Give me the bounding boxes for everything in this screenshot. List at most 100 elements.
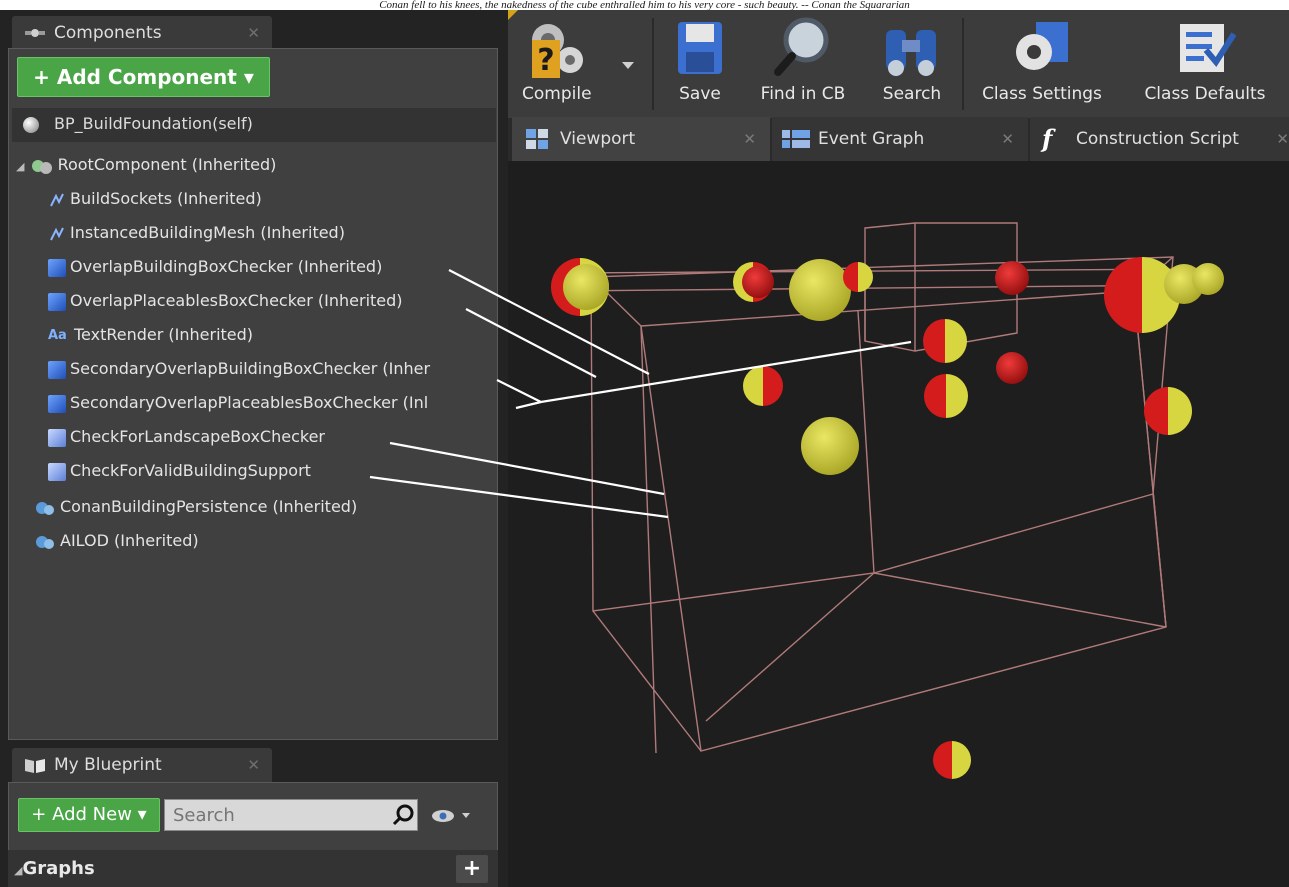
tree-item-instancedbuildingmesh[interactable]: InstancedBuildingMesh (Inherited): [48, 216, 345, 250]
scene-icon: [31, 159, 52, 174]
tab-viewport-label: Viewport: [560, 129, 636, 149]
sphere: [743, 366, 783, 406]
add-graph-button[interactable]: +: [456, 855, 488, 883]
sphere-icon: [23, 116, 39, 133]
actor-component-icon: [36, 535, 54, 549]
text-render-icon: Aa: [48, 327, 67, 343]
sphere: [995, 261, 1029, 295]
graphs-header-row: ◢Graphs: [14, 858, 95, 879]
save-icon: [678, 22, 722, 74]
function-icon: f: [1042, 124, 1053, 153]
tree-item-ailod[interactable]: AILOD (Inherited): [34, 524, 199, 558]
find-in-cb-button[interactable]: Find in CB: [744, 10, 862, 118]
sphere: [843, 262, 873, 292]
tree-item-overlapplaceablesboxchecker[interactable]: OverlapPlaceablesBoxChecker (Inherited): [48, 284, 403, 318]
viewport-scene: [551, 222, 1224, 779]
tab-construction-script-label: Construction Script: [1076, 129, 1239, 149]
tree-item-checkforvalidbuildingsupport[interactable]: CheckForValidBuildingSupport: [48, 454, 311, 488]
close-icon[interactable]: ✕: [247, 16, 260, 50]
toolbar: ? Compile Save Find in CB Search Class S…: [508, 10, 1289, 120]
viewport-canvas[interactable]: [508, 161, 1289, 887]
socket-icon: [50, 227, 64, 240]
toolbar-separator: [962, 18, 964, 110]
eye-icon[interactable]: [430, 806, 474, 826]
class-defaults-icon: [1180, 24, 1236, 72]
search-input[interactable]: [164, 799, 418, 831]
compile-label: Compile: [522, 84, 592, 104]
tab-event-graph[interactable]: Event Graph ✕: [772, 117, 1028, 161]
search-label: Search: [882, 84, 942, 104]
save-button[interactable]: Save: [658, 10, 742, 118]
tree-item-label: SecondaryOverlapBuildingBoxChecker (Inhe…: [70, 359, 431, 378]
search-icon[interactable]: [392, 803, 416, 827]
tree-item-label: RootComponent (Inherited): [57, 155, 277, 174]
box-icon: [48, 258, 66, 277]
box-icon: [48, 462, 66, 481]
tree-item-conanbuildingpersistence[interactable]: ConanBuildingPersistence (Inherited): [34, 490, 357, 524]
tree-item-buildsockets[interactable]: BuildSockets (Inherited): [48, 182, 262, 216]
class-settings-icon: [1016, 22, 1068, 70]
add-new-button[interactable]: + Add New ▾: [18, 798, 160, 832]
sphere: [563, 264, 609, 310]
left-sidebar: Components ✕ + Add Component ▾ BP_BuildF…: [0, 10, 508, 887]
tab-event-graph-label: Event Graph: [818, 129, 925, 149]
tab-components[interactable]: Components ✕: [12, 16, 272, 50]
tree-item-secondaryoverlapbuildingboxchecker[interactable]: SecondaryOverlapBuildingBoxChecker (Inhe…: [48, 352, 494, 386]
graphs-label: Graphs: [22, 858, 95, 879]
tree-item-label: TextRender (Inherited): [74, 325, 254, 344]
sphere: [996, 352, 1028, 384]
class-settings-label: Class Settings: [982, 84, 1102, 104]
close-icon[interactable]: ✕: [1276, 117, 1289, 161]
box-icon: [48, 428, 66, 447]
book-icon: [25, 759, 45, 773]
graphs-header[interactable]: ◢Graphs +: [8, 850, 498, 887]
tab-my-blueprint-label: My Blueprint: [54, 755, 162, 775]
save-label: Save: [679, 84, 721, 104]
compile-icon: ?: [532, 24, 583, 78]
actor-component-icon: [36, 501, 54, 515]
tree-item-label: AILOD (Inherited): [60, 531, 199, 550]
compile-dropdown-icon[interactable]: [622, 62, 634, 69]
caption-text: Conan fell to his knees, the nakedness o…: [379, 0, 910, 10]
wireframe-box: [563, 222, 1199, 754]
close-icon[interactable]: ✕: [1001, 117, 1014, 161]
svg-text:?: ?: [537, 43, 554, 78]
class-settings-button[interactable]: Class Settings: [968, 10, 1116, 118]
add-component-button[interactable]: + Add Component ▾: [17, 57, 270, 97]
sphere: [1144, 387, 1192, 435]
sphere: [933, 741, 971, 779]
close-icon[interactable]: ✕: [247, 748, 260, 782]
close-icon[interactable]: ✕: [743, 117, 756, 161]
tree-item-secondaryoverlapplaceablesboxchecker[interactable]: SecondaryOverlapPlaceablesBoxChecker (In…: [48, 386, 494, 420]
box-icon: [48, 360, 66, 379]
find-in-cb-label: Find in CB: [760, 84, 846, 104]
tree-item-overlapbuildingboxchecker[interactable]: OverlapBuildingBoxChecker (Inherited): [48, 250, 382, 284]
search-button[interactable]: Search: [870, 10, 954, 118]
tab-viewport[interactable]: Viewport ✕: [512, 117, 770, 161]
sphere: [801, 417, 859, 475]
sphere: [789, 259, 851, 321]
viewport-icon: [526, 129, 548, 149]
tree-item-checkforlandscapeboxchecker[interactable]: CheckForLandscapeBoxChecker: [48, 420, 325, 454]
tree-item-label: CheckForValidBuildingSupport: [70, 461, 311, 480]
tree-item-label: OverlapPlaceablesBoxChecker (Inherited): [70, 291, 403, 310]
class-defaults-button[interactable]: Class Defaults: [1132, 10, 1278, 118]
sphere: [924, 374, 968, 418]
box-icon: [48, 394, 66, 413]
tree-item-label: CheckForLandscapeBoxChecker: [70, 427, 325, 446]
tree-item-root[interactable]: ◢ RootComponent (Inherited): [16, 148, 276, 182]
components-icon: [25, 29, 45, 37]
sphere: [923, 319, 967, 363]
self-row-label: BP_BuildFoundation(self): [54, 114, 253, 133]
tree-item-label: InstancedBuildingMesh (Inherited): [70, 223, 345, 242]
tree-item-label: ConanBuildingPersistence (Inherited): [60, 497, 358, 516]
tab-my-blueprint[interactable]: My Blueprint ✕: [12, 748, 272, 782]
self-row[interactable]: BP_BuildFoundation(self): [12, 108, 496, 142]
magnifier-icon: [774, 17, 829, 76]
sphere: [742, 266, 774, 298]
binoculars-icon: [886, 30, 936, 76]
tab-construction-script[interactable]: f Construction Script ✕: [1030, 117, 1289, 161]
tree-item-textrender[interactable]: Aa TextRender (Inherited): [48, 318, 253, 352]
compile-button[interactable]: ? Compile: [512, 10, 607, 118]
class-defaults-label: Class Defaults: [1144, 84, 1266, 104]
